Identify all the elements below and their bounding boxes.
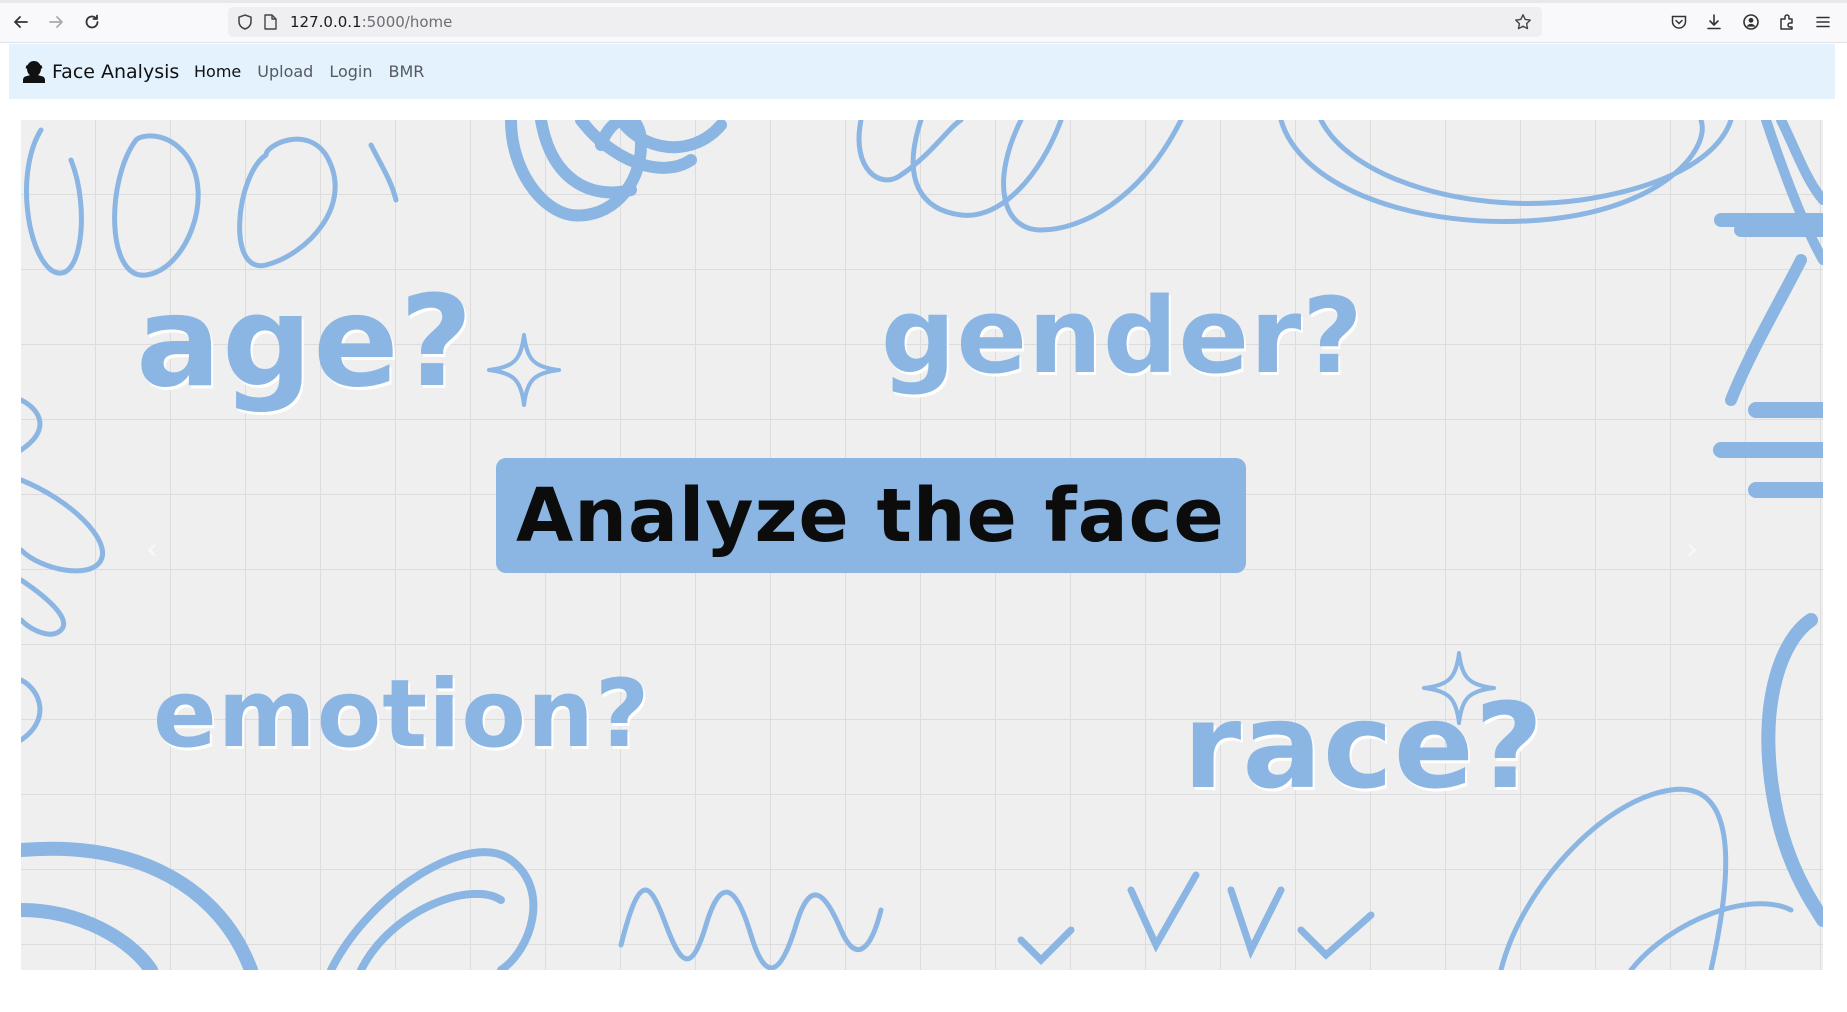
analyze-face-button[interactable]: Analyze the face [496, 458, 1246, 573]
menu-button[interactable] [1811, 10, 1835, 34]
brand-name: Face Analysis [52, 61, 180, 83]
hero-word-race: race? [1183, 677, 1545, 815]
site-navbar: Face Analysis Home Upload Login BMR [9, 44, 1835, 99]
downloads-button[interactable] [1702, 10, 1726, 34]
download-icon [1707, 14, 1721, 30]
address-bar[interactable]: 127.0.0.1:5000/home [228, 7, 1542, 37]
browser-toolbar: 127.0.0.1:5000/home [0, 0, 1847, 43]
url-text[interactable]: 127.0.0.1:5000/home [290, 13, 452, 31]
account-button[interactable] [1739, 10, 1763, 34]
back-button[interactable] [9, 10, 33, 34]
page-icon [264, 14, 277, 30]
shield-icon[interactable] [236, 13, 254, 31]
carousel-prev-button[interactable]: ‹ [21, 120, 241, 970]
hero-carousel: age? gender? emotion? race? Analyze the … [21, 120, 1823, 970]
forward-icon [49, 16, 63, 28]
tab-strip-edge [0, 0, 1847, 3]
hero-word-gender: gender? [881, 275, 1364, 397]
brand-link[interactable]: Face Analysis [21, 59, 179, 85]
chevron-left-icon: ‹ [146, 532, 158, 567]
forward-button[interactable] [44, 10, 68, 34]
url-host: 127.0.0.1 [290, 13, 362, 31]
extensions-button[interactable] [1775, 10, 1799, 34]
pocket-icon [1671, 15, 1687, 29]
bookmark-star-icon[interactable] [1514, 13, 1532, 31]
analyze-face-label: Analyze the face [516, 472, 1225, 559]
nav-link-home[interactable]: Home [194, 62, 241, 81]
back-icon [14, 16, 28, 28]
extensions-icon [1780, 14, 1793, 30]
nav-link-login[interactable]: Login [329, 62, 372, 81]
pocket-button[interactable] [1667, 10, 1691, 34]
account-icon [1743, 14, 1759, 30]
reload-icon [85, 14, 99, 29]
reload-button[interactable] [80, 10, 104, 34]
chevron-right-icon: › [1686, 532, 1698, 567]
carousel-next-button[interactable]: › [1603, 120, 1823, 970]
nav-link-bmr[interactable]: BMR [388, 62, 424, 81]
menu-icon [1816, 16, 1830, 28]
nav-links: Home Upload Login BMR [194, 62, 440, 81]
face-logo-icon [23, 61, 45, 83]
nav-link-upload[interactable]: Upload [257, 62, 313, 81]
url-path: :5000/home [361, 13, 453, 31]
